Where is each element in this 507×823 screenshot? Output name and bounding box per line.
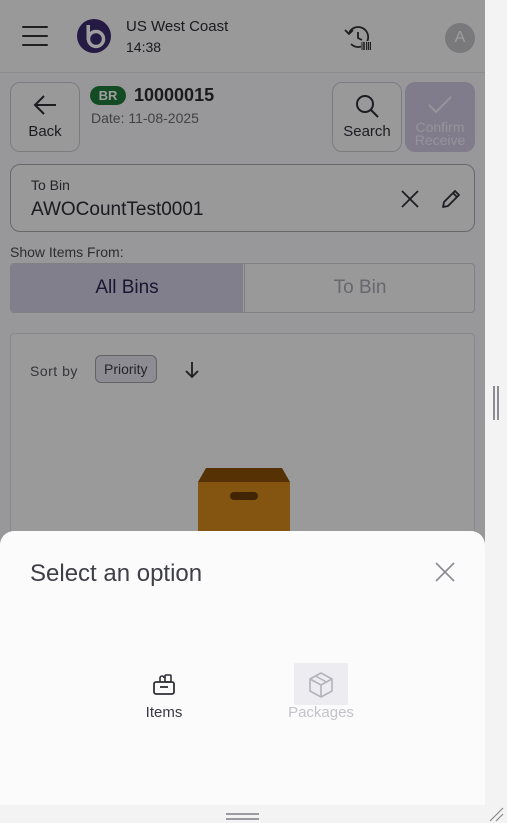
basket-icon <box>153 674 175 695</box>
select-option-sheet: Select an option Items Packages <box>0 531 485 805</box>
items-option[interactable]: Items <box>137 664 191 724</box>
packages-option-label: Packages <box>288 704 354 721</box>
sheet-title: Select an option <box>30 560 203 587</box>
app-window: US West Coast 14:38 A Back BR 10000015 D… <box>0 0 485 805</box>
bottom-drag-handle[interactable] <box>226 813 259 821</box>
close-icon[interactable] <box>434 561 456 583</box>
resize-grip-icon[interactable] <box>487 806 505 822</box>
side-drag-handle[interactable] <box>493 386 501 420</box>
package-icon <box>309 672 333 698</box>
items-option-label: Items <box>145 704 183 721</box>
packages-option[interactable]: Packages <box>288 663 354 723</box>
